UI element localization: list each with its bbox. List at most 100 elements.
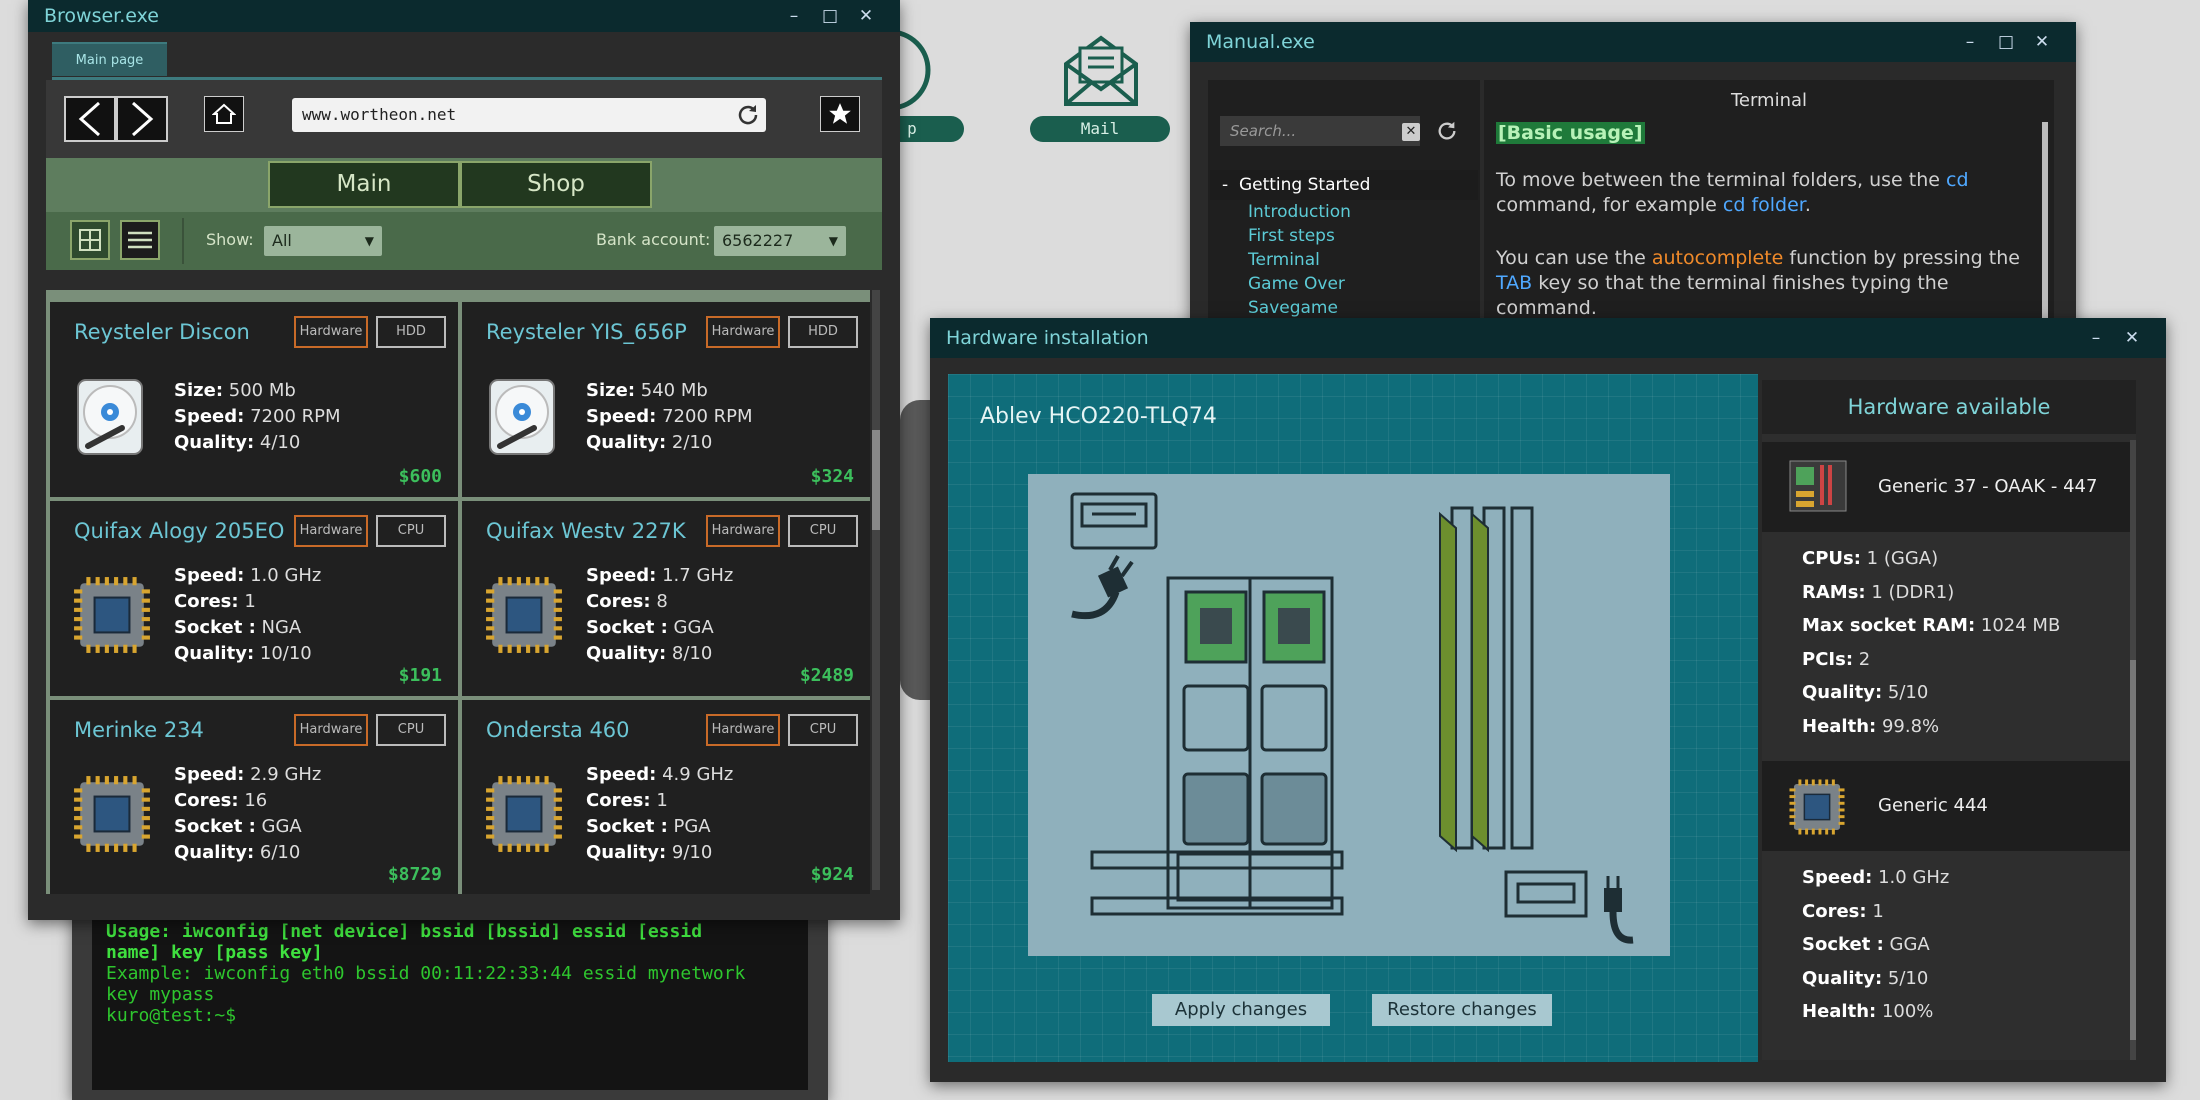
spec-row: Quality: 2/10 [586,430,753,456]
bank-account-select[interactable]: 6562227 ▼ [714,226,846,256]
product-card[interactable]: Quifax Westv 227K Hardware CPU Speed: 1.7 G… [462,501,870,696]
spec-key: Socket : [174,816,256,837]
spec-row: Max socket RAM: 1024 MB [1802,609,2136,643]
product-scrollbar-thumb[interactable] [872,430,880,530]
mail-icon-label[interactable]: Mail [1030,116,1170,142]
product-icon [72,376,152,456]
motherboard-icon [1789,460,1847,512]
spec-key: Quality: [174,432,255,453]
sata-port-icon[interactable] [1504,870,1588,918]
spec-row: Speed: 7200 RPM [586,404,753,430]
maximize-icon[interactable]: □ [1988,32,2024,52]
product-price: $924 [810,864,854,885]
product-name[interactable]: Reysteler YIS_656P [486,320,687,344]
spec-key: Cores: [586,790,651,811]
manual-search-input[interactable]: Search... [1220,116,1420,146]
category-tag: Hardware [706,714,780,746]
manual-titlebar[interactable]: Manual.exe – □ ✕ [1190,22,2076,62]
forward-button[interactable] [116,96,168,142]
close-icon[interactable]: ✕ [2114,328,2150,348]
minimize-icon[interactable]: – [776,6,812,26]
spec-value: 8 [656,591,668,612]
content-scrollbar[interactable] [2042,122,2048,342]
spec-key: Health: [1802,715,1877,737]
spec-value: 5/10 [1887,967,1929,989]
bookmark-button[interactable] [820,96,860,132]
pci-slots[interactable] [1090,850,1344,916]
hardware-item[interactable]: Generic 444 [1762,761,2136,851]
star-icon [829,103,851,124]
spec-value: 1 [1872,900,1884,922]
hardware-item-specs: Speed: 1.0 GHz Cores: 1 Socket : GGA Qualit… [1762,851,2136,1039]
product-scrollbar[interactable] [872,290,880,890]
spec-value: 540 Mb [640,380,708,401]
nav-item-game-over[interactable]: Game Over [1210,272,1478,296]
spec-row: Quality: 5/10 [1802,676,2136,710]
spec-row: Socket : GGA [174,814,321,840]
product-name[interactable]: Reysteler Discon [74,320,250,344]
category-tag: Hardware [706,515,780,547]
bank-account-value: 6562227 [722,231,794,250]
spec-value: 100% [1881,1001,1934,1022]
close-icon[interactable]: ✕ [2024,32,2060,52]
spec-row: Socket : PGA [586,814,733,840]
cpu-icon [74,577,150,653]
content-paragraph: To move between the terminal folders, us… [1496,168,2044,218]
tab-bar: Main page [28,32,900,80]
product-card[interactable]: Quifax Alogy 205EO Hardware CPU Speed: 1.0 … [50,501,458,696]
url-input[interactable]: www.wortheon.net [292,98,766,132]
browser-titlebar[interactable]: Browser.exe – □ ✕ [28,0,900,32]
list-view-button[interactable] [120,220,160,260]
menu-main-button[interactable]: Main [268,161,460,208]
restore-changes-button[interactable]: Restore changes [1372,994,1552,1026]
apply-changes-button[interactable]: Apply changes [1152,994,1330,1026]
chevron-down-icon: ▼ [364,234,374,248]
hardware-scrollbar-thumb[interactable] [2130,660,2136,1040]
hardware-item[interactable]: Generic 37 - OAAK - 447 [1762,442,2136,532]
product-card[interactable]: Ondersta 460 Hardware CPU Speed: 4.9 GHz Cor… [462,700,870,894]
ram-slots[interactable] [1439,506,1534,853]
close-icon[interactable]: ✕ [848,6,884,26]
nav-item-introduction[interactable]: Introduction [1210,200,1478,224]
home-button[interactable] [204,96,244,132]
cpu-sockets[interactable] [1166,576,1334,910]
clear-search-icon[interactable]: ✕ [1402,123,1420,141]
refresh-icon[interactable] [1436,120,1458,142]
show-select[interactable]: All ▼ [264,226,382,256]
hardware-titlebar[interactable]: Hardware installation – ✕ [930,318,2166,358]
spec-key: Speed: [586,565,657,586]
product-name[interactable]: Quifax Westv 227K [486,519,686,543]
filter-divider [182,218,184,264]
menu-shop-button[interactable]: Shop [460,161,652,208]
nav-item-first-steps[interactable]: First steps [1210,224,1478,248]
spec-key: Max socket RAM: [1802,615,1976,636]
nav-item-terminal[interactable]: Terminal [1210,248,1478,272]
spec-key: Speed: [586,406,657,427]
minimize-icon[interactable]: – [2078,328,2114,348]
tab-main-page[interactable]: Main page [52,42,167,76]
refresh-icon[interactable] [736,103,760,127]
minimize-icon[interactable]: – [1952,32,1988,52]
back-button[interactable] [64,96,116,142]
product-card[interactable]: Reysteler YIS_656P Hardware HDD Size: 540 M… [462,302,870,497]
category-tag: Hardware [294,515,368,547]
spec-key: Cores: [1802,900,1867,922]
nav-item-savegame[interactable]: Savegame [1210,296,1478,320]
category-tag: Hardware [294,714,368,746]
grid-view-button[interactable] [70,220,110,260]
spec-value: 6/10 [259,842,301,863]
spec-value: 1.0 GHz [1878,867,1950,888]
product-name[interactable]: Merinke 234 [74,718,204,742]
maximize-icon[interactable]: □ [812,6,848,26]
nav-section-getting-started[interactable]: - Getting Started [1210,170,1478,200]
product-name[interactable]: Quifax Alogy 205EO [74,519,284,543]
filter-bar: Show: All ▼ Bank account: 6562227 ▼ [46,212,882,270]
usb-port-icon[interactable] [1070,492,1158,550]
terminal-output[interactable]: kuro@test:~$ iwconfigUsage: iwconfig [ne… [92,894,808,1090]
product-card[interactable]: Merinke 234 Hardware CPU Speed: 2.9 GHz Core… [50,700,458,894]
product-card[interactable]: Reysteler Discon Hardware HDD Size: 500 Mb S… [50,302,458,497]
product-name[interactable]: Ondersta 460 [486,718,630,742]
hardware-available-title: Hardware available [1762,380,2136,434]
spec-value: NGA [261,617,302,638]
spec-row: RAMs: 1 (DDR1) [1802,576,2136,610]
